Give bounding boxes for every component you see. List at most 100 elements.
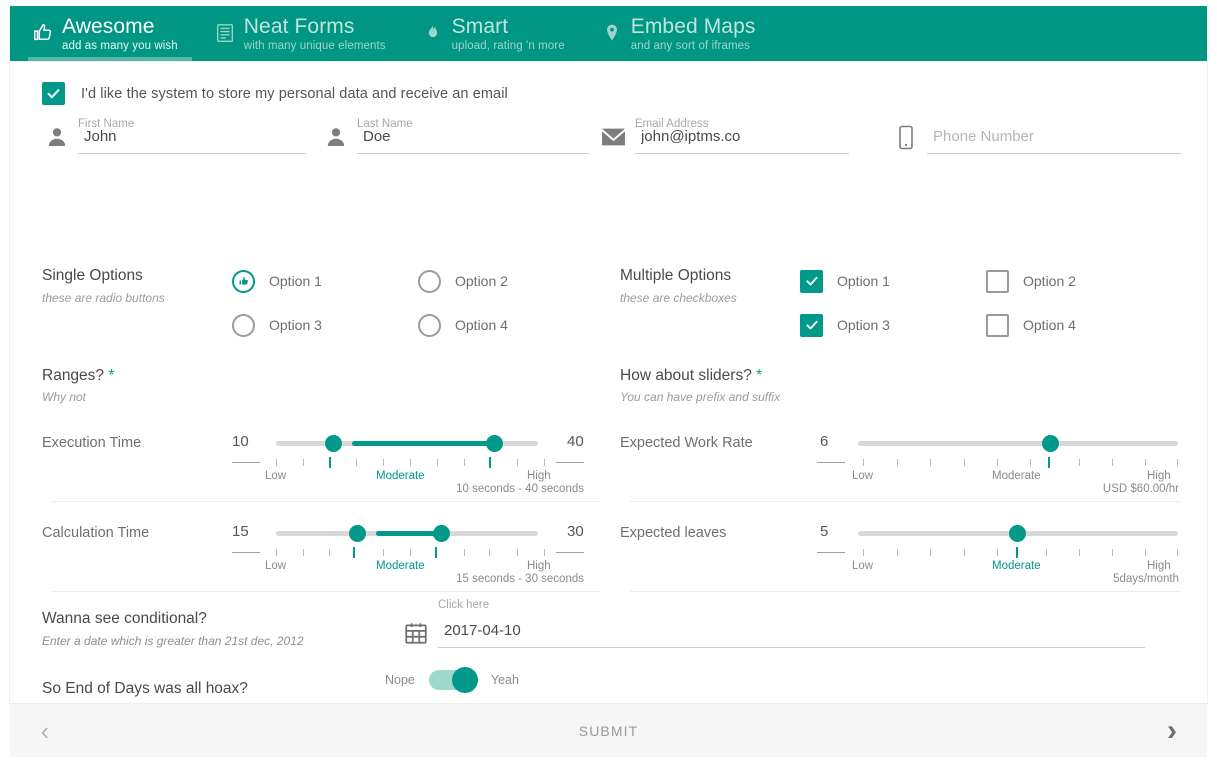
phone-field bbox=[891, 120, 1182, 154]
consent-checkbox[interactable] bbox=[42, 82, 65, 105]
slider-note: 5days/month bbox=[817, 573, 1179, 585]
sliders-title: How about sliders? * bbox=[620, 367, 780, 385]
slider-note: 15 seconds - 30 seconds bbox=[232, 573, 584, 585]
slider-max-value: 40 bbox=[567, 433, 584, 450]
slider-knob-end[interactable] bbox=[433, 525, 450, 542]
tab-awesome[interactable]: Awesome add as many you wish bbox=[28, 6, 192, 62]
toggle-on-label: Yeah bbox=[491, 673, 519, 687]
tab-smart[interactable]: Smart upload, rating 'n more bbox=[418, 6, 579, 62]
radio-label: Option 4 bbox=[455, 317, 508, 333]
radio-label: Option 2 bbox=[455, 273, 508, 289]
radio-indicator[interactable] bbox=[232, 314, 255, 337]
slider-min-value: 6 bbox=[820, 433, 828, 450]
radio-label: Option 1 bbox=[269, 273, 322, 289]
consent-row[interactable]: I'd like the system to store my personal… bbox=[42, 82, 508, 105]
ranges-title-text: Ranges? bbox=[42, 367, 104, 384]
scale-moderate: Moderate bbox=[376, 470, 425, 482]
contact-fields: First Name Last Name bbox=[42, 120, 1182, 154]
email-input[interactable] bbox=[635, 126, 849, 154]
hoax-toggle-control: Nope Yeah bbox=[385, 670, 519, 690]
checkbox-option-2[interactable]: Option 2 bbox=[986, 267, 1172, 295]
slider-knob[interactable] bbox=[1042, 435, 1059, 452]
conditional-block: Wanna see conditional? Enter a date whic… bbox=[42, 610, 304, 648]
radio-option-3[interactable]: Option 3 bbox=[232, 311, 418, 339]
slider-ticks bbox=[232, 547, 584, 561]
checkbox-option-4[interactable]: Option 4 bbox=[986, 311, 1172, 339]
flame-icon bbox=[420, 18, 446, 48]
last-name-input[interactable] bbox=[357, 126, 589, 154]
slider-track[interactable] bbox=[276, 531, 538, 536]
tab-awesome-text: Awesome add as many you wish bbox=[62, 16, 178, 53]
scale-moderate: Moderate bbox=[992, 470, 1041, 482]
tab-embed-maps-text: Embed Maps and any sort of iframes bbox=[631, 16, 756, 53]
email-field: Email Address bbox=[599, 120, 859, 154]
envelope-icon bbox=[599, 120, 629, 154]
hoax-toggle[interactable] bbox=[429, 670, 477, 690]
date-label: Click here bbox=[438, 599, 489, 611]
checkbox-indicator[interactable] bbox=[986, 270, 1009, 293]
prev-button[interactable]: ‹ bbox=[10, 718, 80, 744]
slider-note: USD $60.00/hr bbox=[817, 483, 1179, 495]
scale-high: High bbox=[527, 470, 551, 482]
tab-neat-forms[interactable]: Neat Forms with many unique elements bbox=[210, 6, 400, 62]
radio-indicator[interactable] bbox=[232, 270, 255, 293]
sliders-subtitle: You can have prefix and suffix bbox=[620, 390, 780, 404]
next-button[interactable]: › bbox=[1137, 716, 1207, 746]
checkbox-indicator[interactable] bbox=[800, 314, 823, 337]
last-name-field: Last Name bbox=[321, 120, 599, 154]
radio-group: Option 1 Option 2 Option 3 Option 4 bbox=[232, 267, 604, 339]
date-input[interactable] bbox=[438, 620, 1145, 648]
slider-min-value: 5 bbox=[820, 523, 828, 540]
slider-track[interactable] bbox=[858, 441, 1178, 446]
conditional-subtitle: Enter a date which is greater than 21st … bbox=[42, 634, 304, 648]
slider-knob[interactable] bbox=[1009, 525, 1026, 542]
tab-subtitle: upload, rating 'n more bbox=[452, 41, 565, 53]
tab-subtitle: add as many you wish bbox=[62, 41, 178, 53]
tab-neat-forms-text: Neat Forms with many unique elements bbox=[244, 16, 386, 53]
slider-name: Expected Work Rate bbox=[620, 435, 753, 451]
submit-button[interactable]: SUBMIT bbox=[80, 723, 1137, 739]
calendar-icon[interactable] bbox=[400, 618, 432, 648]
tab-embed-maps[interactable]: Embed Maps and any sort of iframes bbox=[597, 6, 770, 62]
slider-knob-start[interactable] bbox=[325, 435, 342, 452]
phone-input[interactable] bbox=[927, 126, 1182, 154]
scale-low: Low bbox=[265, 560, 286, 572]
first-name-input[interactable] bbox=[78, 126, 306, 154]
slider-ticks bbox=[817, 457, 1179, 471]
checkbox-label: Option 4 bbox=[1023, 317, 1076, 333]
checkbox-option-1[interactable]: Option 1 bbox=[800, 267, 986, 295]
radio-indicator[interactable] bbox=[418, 314, 441, 337]
thumbs-up-icon bbox=[30, 18, 56, 48]
checkbox-label: Option 2 bbox=[1023, 273, 1076, 289]
checkbox-option-3[interactable]: Option 3 bbox=[800, 311, 986, 339]
ranges-title: Ranges? * bbox=[42, 367, 114, 385]
tab-title: Neat Forms bbox=[244, 16, 386, 37]
slider-knob-start[interactable] bbox=[349, 525, 366, 542]
checkbox-group: Option 1 Option 2 Option 3 Option 4 bbox=[800, 267, 1172, 339]
last-name-label: Last Name bbox=[357, 118, 413, 130]
checkbox-label: Option 1 bbox=[837, 273, 890, 289]
single-options-block: Single Options these are radio buttons O… bbox=[42, 267, 602, 305]
slider-note: 10 seconds - 40 seconds bbox=[232, 483, 584, 495]
chevron-right-icon: › bbox=[1167, 716, 1177, 746]
toggle-knob bbox=[452, 667, 478, 693]
radio-option-2[interactable]: Option 2 bbox=[418, 267, 604, 295]
radio-indicator[interactable] bbox=[418, 270, 441, 293]
checkbox-indicator[interactable] bbox=[986, 314, 1009, 337]
scale-low: Low bbox=[852, 560, 873, 572]
form-footer: ‹ SUBMIT › bbox=[10, 703, 1207, 757]
slider-name: Expected leaves bbox=[620, 525, 726, 541]
slider-knob-end[interactable] bbox=[486, 435, 503, 452]
multiple-options-block: Multiple Options these are checkboxes Op… bbox=[620, 267, 1180, 305]
checkbox-indicator[interactable] bbox=[800, 270, 823, 293]
first-name-label: First Name bbox=[78, 118, 134, 130]
slider-name: Calculation Time bbox=[42, 525, 149, 541]
slider-max-value: 30 bbox=[567, 523, 584, 540]
slider-ticks bbox=[232, 457, 584, 471]
map-pin-icon bbox=[599, 18, 625, 48]
slider-ticks bbox=[817, 547, 1179, 561]
form-grid-icon bbox=[212, 18, 238, 48]
radio-option-4[interactable]: Option 4 bbox=[418, 311, 604, 339]
radio-option-1[interactable]: Option 1 bbox=[232, 267, 418, 295]
slider-fill bbox=[352, 441, 491, 446]
